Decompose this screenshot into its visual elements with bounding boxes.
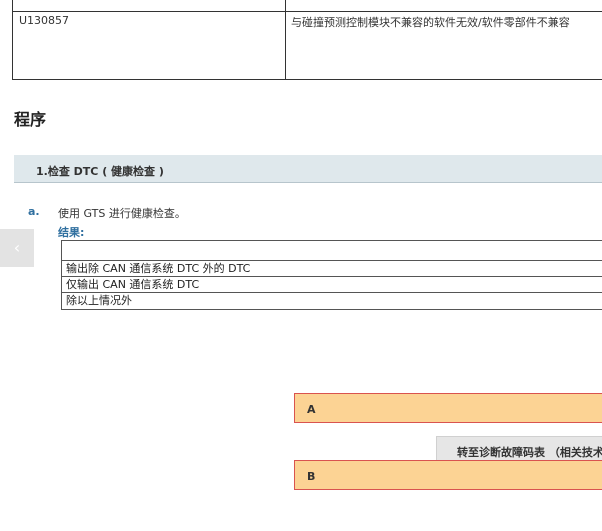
page-title: 程序 [14,110,47,129]
dtc-description: 与碰撞预测控制模块不兼容的软件无效/软件零部件不兼容 [291,16,570,29]
dtc-code: U130857 [19,14,70,27]
chevron-left-icon[interactable]: ‹ [0,229,34,267]
result-table-header [62,241,602,261]
option-a-box: A [294,393,602,423]
goto-button-label: 转至诊断故障码表 （相关技术 [457,446,602,459]
option-b-label: B [307,470,316,483]
step-title: 1.检查 DTC ( 健康检查 ) [36,165,164,178]
result-table: 输出除 CAN 通信系统 DTC 外的 DTC 仅输出 CAN 通信系统 DTC… [61,240,602,310]
instruction-bullet: a. [28,205,40,218]
instruction-text: 使用 GTS 进行健康检查。 [58,207,186,220]
option-a-label: A [307,403,316,416]
dtc-table: U130857 与碰撞预测控制模块不兼容的软件无效/软件零部件不兼容 [12,0,602,80]
dtc-table-header-row [13,0,602,12]
result-row: 仅输出 CAN 通信系统 DTC [62,277,602,293]
result-row: 除以上情况外 [66,294,132,307]
result-label: 结果: [58,226,85,239]
dtc-table-divider [285,0,286,79]
step-header[interactable]: 1.检查 DTC ( 健康检查 ) [14,155,602,183]
result-row: 输出除 CAN 通信系统 DTC 外的 DTC [62,261,602,277]
option-b-box: B [294,460,602,490]
